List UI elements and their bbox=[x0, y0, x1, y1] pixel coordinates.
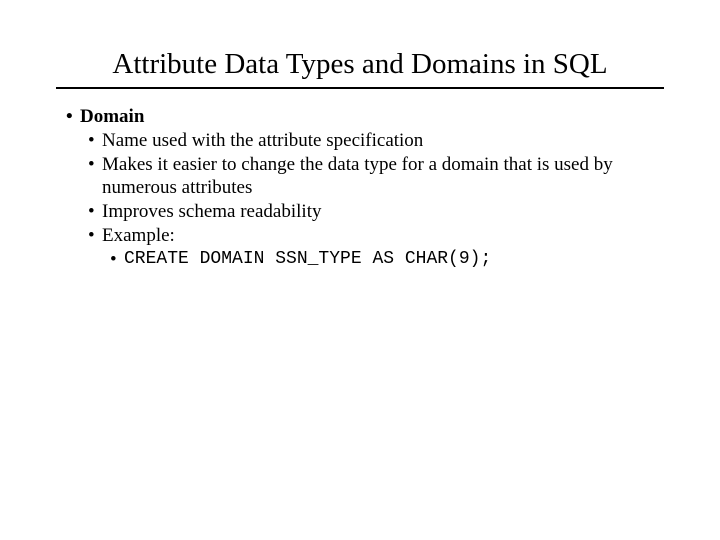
bullet-icon: • bbox=[88, 200, 102, 224]
bullet-icon: • bbox=[110, 248, 124, 272]
bullet-text: Example: bbox=[102, 224, 175, 248]
bullet-level2: • Name used with the attribute specifica… bbox=[66, 129, 664, 153]
bullet-text: Domain bbox=[80, 105, 144, 129]
bullet-level2: • Improves schema readability bbox=[66, 200, 664, 224]
bullet-text: Makes it easier to change the data type … bbox=[102, 153, 664, 201]
bullet-level3: • CREATE DOMAIN SSN_TYPE AS CHAR(9); bbox=[66, 248, 664, 272]
bullet-level2: • Example: bbox=[66, 224, 664, 248]
bullet-text: Improves schema readability bbox=[102, 200, 321, 224]
code-example: CREATE DOMAIN SSN_TYPE AS CHAR(9); bbox=[124, 248, 491, 272]
slide-title: Attribute Data Types and Domains in SQL bbox=[56, 48, 664, 81]
slide-body: • Domain • Name used with the attribute … bbox=[56, 105, 664, 271]
bullet-icon: • bbox=[66, 105, 80, 129]
bullet-level2: • Makes it easier to change the data typ… bbox=[66, 153, 664, 201]
title-underline bbox=[56, 87, 664, 89]
bullet-text: Name used with the attribute specificati… bbox=[102, 129, 423, 153]
bullet-icon: • bbox=[88, 153, 102, 201]
bullet-icon: • bbox=[88, 129, 102, 153]
bullet-level1: • Domain bbox=[66, 105, 664, 129]
bullet-icon: • bbox=[88, 224, 102, 248]
